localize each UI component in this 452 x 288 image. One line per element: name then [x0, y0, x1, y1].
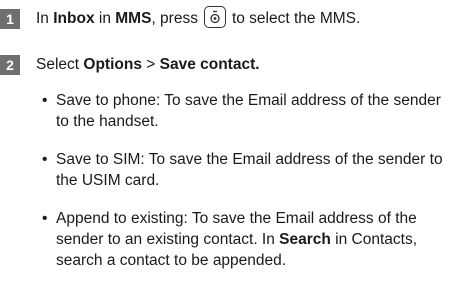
option-list: Save to phone: To save the Email address…: [42, 90, 450, 288]
inbox-label: Inbox: [53, 10, 95, 28]
step-1: 1 In Inbox in MMS, press to select the MM…: [0, 6, 361, 30]
step-2: 2 Select Options > Save contact.: [0, 55, 260, 75]
step-2-text-part: Select: [36, 56, 84, 73]
list-item-save-to-sim: Save to SIM: To save the Email address o…: [42, 149, 450, 191]
step-number-badge: 1: [0, 9, 20, 29]
step-2-text-part: >: [141, 56, 160, 73]
step-1-text-part: in: [94, 10, 116, 28]
center-key-icon: [203, 6, 226, 28]
step-2-text: Select Options > Save contact.: [36, 56, 260, 74]
save-contact-label: Save contact.: [159, 56, 260, 73]
step-1-text-part: In: [36, 10, 54, 28]
list-item-append-to-existing: Append to existing: To save the Email ad…: [42, 208, 450, 271]
step-1-text: In Inbox in MMS, press to select the MMS.: [36, 6, 361, 30]
search-label: Search: [279, 231, 331, 248]
step-number-badge: 2: [0, 55, 20, 75]
list-item-text: Save to SIM: To save the Email address o…: [56, 151, 443, 189]
options-label: Options: [83, 56, 142, 73]
step-1-text-part: , press: [151, 10, 198, 28]
list-item-save-to-phone: Save to phone: To save the Email address…: [42, 90, 450, 132]
step-1-text-part: to select the MMS.: [231, 10, 361, 28]
list-item-text: Save to phone: To save the Email address…: [56, 92, 441, 130]
mms-label: MMS: [115, 10, 152, 28]
